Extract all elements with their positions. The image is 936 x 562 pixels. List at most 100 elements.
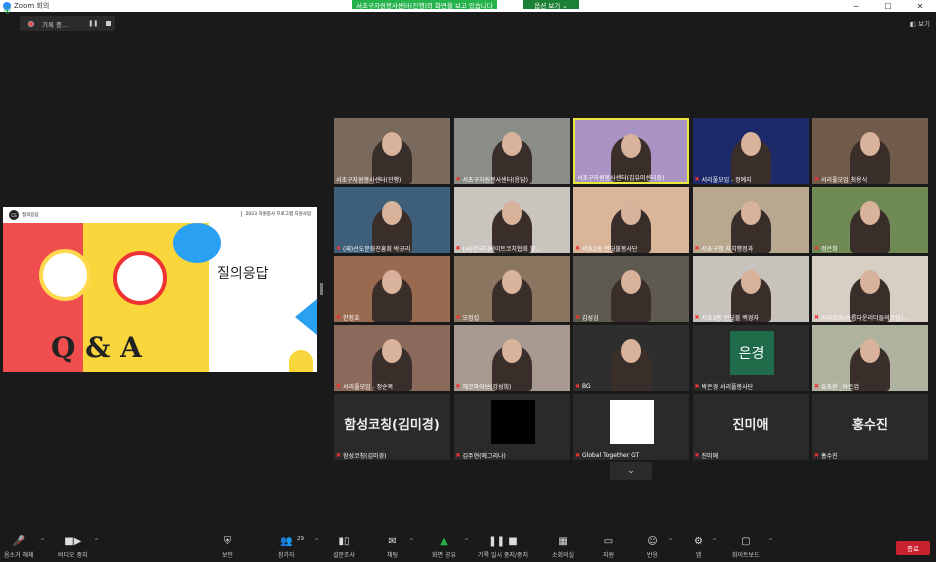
polls-label: 설문조사 (333, 552, 356, 559)
window-controls: ─ ☐ ✕ (840, 0, 936, 12)
participant-face (501, 132, 522, 156)
video-label: 비디오 중지 (58, 552, 88, 559)
chat-label: 채팅 (387, 552, 399, 559)
mic-muted-icon: ✖ (575, 451, 581, 459)
participant-name: 헤코파이브(강성희) (462, 383, 512, 391)
close-button[interactable]: ✕ (904, 0, 936, 12)
participant-name: 한정호 (343, 314, 360, 322)
participant-namebar: ✖ 한정호 (334, 312, 450, 322)
participant-namebar: ✖ 서리풀모임 - 정예지 (693, 174, 809, 184)
slide-blue-shape (173, 223, 221, 263)
participant-tile[interactable]: ✖ 아리모아(아름다운리더들의모임)... (812, 256, 928, 322)
mic-muted-icon: ✖ (814, 175, 820, 183)
recording-indicator: 기록 중... ❚❚ (20, 16, 115, 31)
participant-tile[interactable]: ✖ 서초구청 자치행정과 (692, 187, 809, 253)
participant-tile[interactable]: ✖ 서초1동 반딧불봉사단 (573, 187, 689, 253)
participant-tile[interactable]: ✖ BG (573, 325, 689, 391)
video-options-caret[interactable]: ^ (94, 538, 99, 545)
participant-namebar: ✖ 김성심 (573, 312, 689, 322)
participant-tile[interactable]: ✖ 서초구자원봉사센터(응답) (453, 118, 570, 184)
slide-title: 질의응답 (217, 266, 269, 282)
support-button[interactable]: ▭ 지원 (603, 536, 614, 559)
participant-face (740, 132, 761, 156)
view-button-label: 보기 (918, 20, 930, 28)
reactions-button[interactable]: ☺ 반응 (647, 536, 658, 559)
minimize-button[interactable]: ─ (840, 0, 872, 12)
participant-tile[interactable]: 서초구자원봉사센터(김유미센터장) (573, 118, 689, 184)
participant-tile[interactable]: ✖ 정은희 (812, 187, 928, 253)
participant-name: 유초현 _아트업 (821, 383, 860, 391)
participant-tile[interactable]: ✖ 서리풀모임 최용식 (812, 118, 928, 184)
alarm-clock-icon (113, 251, 167, 305)
audio-options-caret[interactable]: ^ (40, 538, 45, 545)
view-button[interactable]: ◧ 보기 (910, 18, 930, 28)
participant-namebar: 서초구자원봉사센터(김유미센터장) (575, 172, 687, 182)
record-button[interactable]: ❚❚ ■ 기록 일시 중지/중지 (478, 536, 528, 559)
participant-tile[interactable]: ✖ 김주현(에그리나) (453, 394, 570, 460)
video-button[interactable]: ■▶ 비디오 중지 (58, 536, 88, 559)
stop-recording-icon[interactable] (106, 21, 112, 26)
slide-qa-text: Q & A (51, 331, 142, 364)
participant-face (621, 201, 641, 225)
view-options-button[interactable]: 옵션 보기 ⌄ (523, 0, 579, 10)
participant-tile[interactable]: 홍수진 ✖ 홍수진 (812, 394, 928, 460)
participant-tile[interactable]: ✖ (사)한국디베이트코치협회 황... (453, 187, 570, 253)
record-label: 기록 일시 중지/중지 (478, 552, 528, 559)
participant-tile[interactable]: ✖ Global Together GT (573, 394, 689, 460)
breakout-rooms-button[interactable]: ▦ 소회의실 (552, 536, 574, 559)
participants-icon: 👥 (280, 536, 293, 547)
share-screen-icon: ▲ (440, 536, 448, 547)
end-meeting-button[interactable]: 종료 (896, 541, 930, 555)
reactions-options-caret[interactable]: ^ (668, 538, 673, 545)
participant-face (860, 339, 880, 363)
meeting-topbar (0, 12, 936, 36)
mic-muted-icon: ✖ (336, 244, 342, 252)
maximize-button[interactable]: ☐ (872, 0, 904, 12)
participant-tile[interactable]: ✖ 서리풀모임 - 정예지 (692, 118, 809, 184)
apps-options-caret[interactable]: ^ (712, 538, 717, 545)
participant-tile[interactable]: ✖ 유초현 _아트업 (812, 325, 928, 391)
pause-recording-icon[interactable]: ❚❚ (88, 20, 98, 27)
breakout-grid-icon: ▦ (558, 536, 568, 547)
participant-namebar: ✖ 진미애 (693, 450, 809, 460)
mic-muted-icon: ✖ (336, 382, 342, 390)
participant-tile[interactable]: ✖ 헤코파이브(강성희) (453, 325, 570, 391)
participant-name: 서초구자원봉사센터(진행) (336, 176, 402, 184)
apps-button[interactable]: ⚙ 앱 (694, 536, 703, 559)
chat-options-caret[interactable]: ^ (409, 538, 414, 545)
participant-tile[interactable]: ✖ 한정호 (334, 256, 450, 322)
chat-button[interactable]: ✉ 채팅 (387, 536, 398, 559)
participant-name: 정은희 (821, 245, 838, 253)
polls-button[interactable]: ▮▯ 설문조사 (333, 536, 355, 559)
participant-tile[interactable]: ✖ (재)선도문화진흥회 박규리 (334, 187, 450, 253)
participant-tile[interactable]: 함성코칭(김미경) ✖ 함성코칭(김미경) (334, 394, 450, 460)
participant-tile[interactable]: 진미애 ✖ 진미애 (692, 394, 809, 460)
security-button[interactable]: ⛨ 보안 (222, 536, 233, 559)
slide-triangle-shape (295, 299, 317, 335)
whiteboard-options-caret[interactable]: ^ (768, 538, 773, 545)
whiteboard-button[interactable]: ▢ 화이트보드 (732, 536, 760, 559)
participants-button[interactable]: 👥 참가자 (278, 536, 295, 559)
share-screen-button[interactable]: ▲ 화면 공유 (432, 536, 456, 559)
participant-tile[interactable]: ✖ 서초3동 반딧불 백경자 (692, 256, 809, 322)
participant-face (860, 132, 880, 156)
participant-tile[interactable]: ✖ 김성심 (573, 256, 689, 322)
participant-tile[interactable]: ✖ 서리풀모임 - 정순복 (334, 325, 450, 391)
participant-tile[interactable]: ✖ 오정섭 (453, 256, 570, 322)
shared-screen: CS 질의응답 2023 자원봉사 프로그램 지원사업 Q & A 질의응답 (3, 207, 317, 372)
share-options-caret[interactable]: ^ (464, 538, 469, 545)
participant-name: 서초구청 자치행정과 (701, 245, 754, 253)
participant-tile[interactable]: 서초구자원봉사센터(진행) (334, 118, 450, 184)
next-page-button[interactable]: ⌄ (610, 462, 652, 480)
participant-face (501, 339, 522, 363)
participants-options-caret[interactable]: ^ (314, 538, 319, 545)
apps-label: 앱 (695, 552, 702, 559)
participant-namebar: ✖ 헤코파이브(강성희) (454, 381, 570, 391)
mute-button[interactable]: 🎤̸ 음소거 해제 (4, 536, 34, 559)
shield-icon: ⛨ (223, 536, 232, 547)
participant-tile[interactable]: 은경 ✖ 박은경 서리풀봉사단 (692, 325, 809, 391)
panel-splitter[interactable] (320, 283, 323, 295)
smiley-icon: ☺ (647, 536, 658, 547)
security-shield-icon[interactable]: ⛨ (4, 8, 13, 17)
participant-namebar: ✖ 오정섭 (454, 312, 570, 322)
